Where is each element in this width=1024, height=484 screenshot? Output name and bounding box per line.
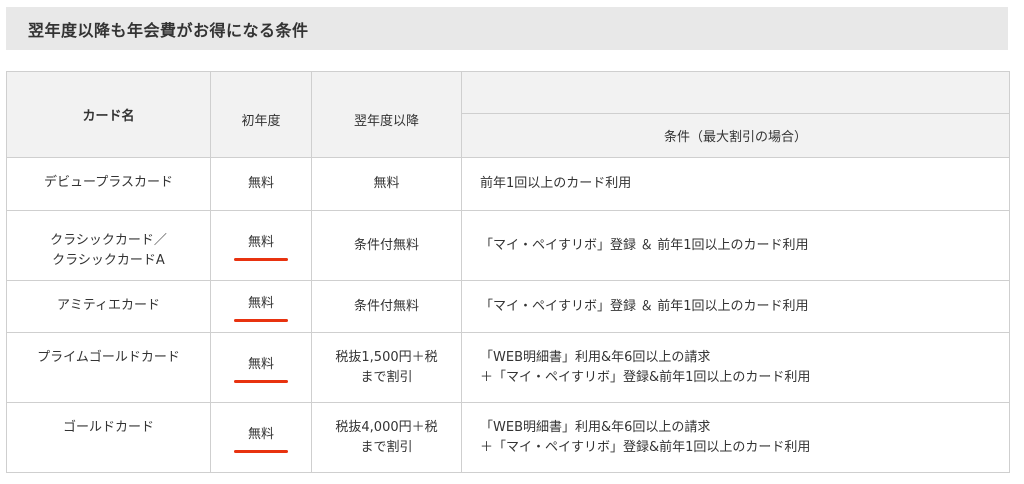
table-row: デビュープラスカード 無料 無料 前年1回以上のカード利用 — [6, 157, 1010, 211]
first-year-fee-highlighted: 無料 — [233, 425, 289, 453]
first-year-fee-highlighted: 無料 — [233, 233, 289, 261]
column-header-first-year: 初年度 — [210, 71, 312, 158]
table-row: ゴールドカード 無料 税抜4,000円＋税 まで割引 「WEB明細書」利用&年6回以上の… — [6, 402, 1010, 473]
cell-card-name: クラシックカード／ クラシックカードA — [6, 210, 211, 281]
next-year-fee-line: 条件付無料 — [353, 298, 419, 314]
column-header-condition: 条件（最大割引の場合） — [461, 113, 1010, 158]
cell-condition: 「マイ・ペイすリボ」登録 ＆ 前年1回以上のカード利用 — [461, 280, 1010, 333]
cell-card-name: アミティエカード — [6, 280, 211, 333]
cell-next-year: 税抜1,500円＋税 まで割引 — [311, 332, 462, 403]
cell-first-year: 無料 — [210, 332, 312, 403]
table-row: アミティエカード 無料 条件付無料 「マイ・ペイすリボ」登録 ＆ 前年1回以上のカード… — [6, 280, 1010, 333]
condition-line: ＋「マイ・ペイすリボ」登録&前年1回以上のカード利用 — [480, 369, 811, 385]
cell-next-year: 無料 — [311, 157, 462, 211]
cell-card-name: ゴールドカード — [6, 402, 211, 473]
column-header-card-name: カード名 — [6, 71, 211, 158]
card-name-line: クラシックカード／ — [50, 233, 167, 248]
cell-first-year: 無料 — [210, 280, 312, 333]
cell-card-name: デビュープラスカード — [6, 157, 211, 211]
next-year-fee-line: 条件付無料 — [353, 237, 419, 253]
cell-condition: 前年1回以上のカード利用 — [461, 157, 1010, 211]
table-row: プライムゴールドカード 無料 税抜1,500円＋税 まで割引 「WEB明細書」利用&年6… — [6, 332, 1010, 403]
card-name-line: デビュープラスカード — [44, 175, 173, 190]
column-header-next-year: 翌年度以降 — [311, 71, 462, 158]
next-year-fee-line: まで割引 — [360, 369, 413, 385]
next-year-fee-line: まで割引 — [360, 439, 413, 455]
condition-line: 「WEB明細書」利用&年6回以上の請求 — [480, 349, 711, 365]
card-name-line: アミティエカード — [57, 298, 160, 313]
cell-condition: 「マイ・ペイすリボ」登録 ＆ 前年1回以上のカード利用 — [461, 210, 1010, 281]
cell-next-year: 条件付無料 — [311, 280, 462, 333]
card-name-line: ゴールドカード — [62, 420, 154, 435]
column-header-spacer — [461, 71, 1010, 114]
cell-next-year: 税抜4,000円＋税 まで割引 — [311, 402, 462, 473]
section-title: 翌年度以降も年会費がお得になる条件 — [6, 7, 1008, 50]
condition-line: 前年1回以上のカード利用 — [480, 176, 632, 191]
condition-line: 「マイ・ペイすリボ」登録 ＆ 前年1回以上のカード利用 — [480, 298, 809, 314]
next-year-fee-line: 無料 — [373, 176, 400, 191]
cell-first-year: 無料 — [210, 157, 312, 211]
condition-line: 「マイ・ペイすリボ」登録 ＆ 前年1回以上のカード利用 — [480, 237, 809, 253]
cell-first-year: 無料 — [210, 402, 312, 473]
table-row: クラシックカード／ クラシックカードA 無料 条件付無料 「マイ・ペイすリボ」登録 ＆ … — [6, 210, 1010, 281]
cell-condition: 「WEB明細書」利用&年6回以上の請求 ＋「マイ・ペイすリボ」登録&前年1回以上の… — [461, 332, 1010, 403]
annual-fee-conditions-table: カード名 初年度 翌年度以降 条件（最大割引の場合） デビュープラスカード 無料無… — [6, 71, 1010, 473]
next-year-fee-line: 税抜1,500円＋税 — [335, 349, 438, 365]
first-year-fee-highlighted: 無料 — [233, 355, 289, 383]
cell-next-year: 条件付無料 — [311, 210, 462, 281]
cell-card-name: プライムゴールドカード — [6, 332, 211, 403]
card-name-line: クラシックカードA — [52, 253, 165, 268]
first-year-fee-highlighted: 無料 — [233, 294, 289, 322]
condition-line: ＋「マイ・ペイすリボ」登録&前年1回以上のカード利用 — [480, 439, 811, 455]
cell-condition: 「WEB明細書」利用&年6回以上の請求 ＋「マイ・ペイすリボ」登録&前年1回以上の… — [461, 402, 1010, 473]
cell-first-year: 無料 — [210, 210, 312, 281]
first-year-fee: 無料 — [247, 176, 274, 191]
card-name-line: プライムゴールドカード — [37, 350, 180, 365]
condition-line: 「WEB明細書」利用&年6回以上の請求 — [480, 419, 711, 435]
next-year-fee-line: 税抜4,000円＋税 — [335, 419, 438, 435]
